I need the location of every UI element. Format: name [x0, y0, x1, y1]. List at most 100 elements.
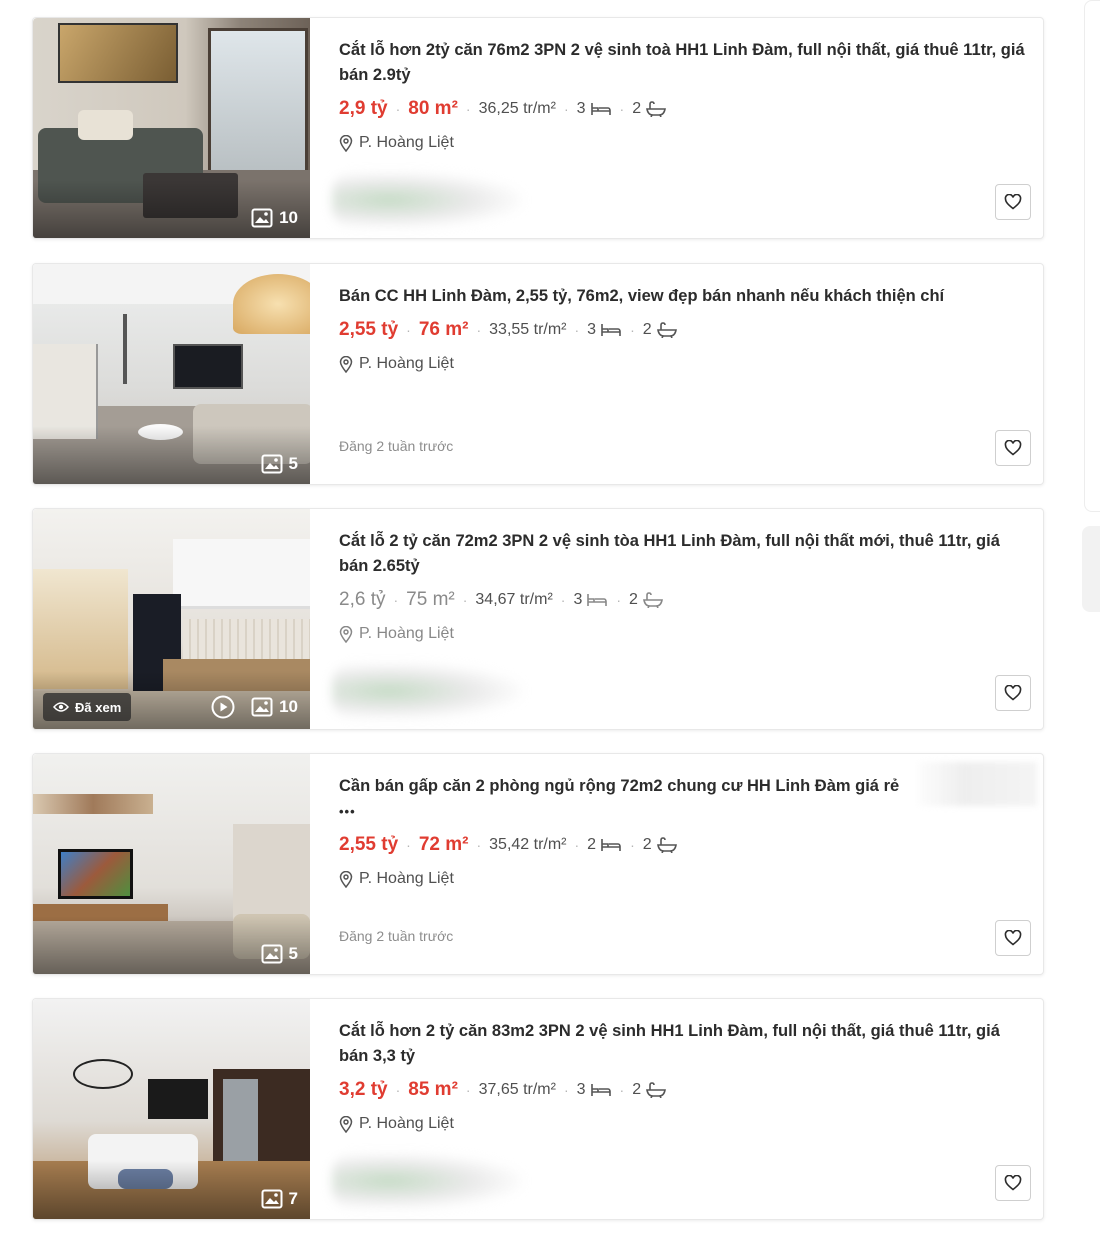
bathroom-count: 2: [632, 1081, 642, 1098]
listing-title[interactable]: Bán CC HH Linh Đàm, 2,55 tỷ, 76m2, view …: [339, 284, 1029, 309]
blurred-agent-info: [332, 1153, 522, 1209]
listing-price-per-m2: 33,55 tr/m²: [489, 321, 567, 338]
listing-card[interactable]: 5 Cần bán gấp căn 2 phòng ngủ rộng 72m2 …: [32, 753, 1044, 975]
image-icon: [251, 208, 273, 228]
location-text: P. Hoàng Liệt: [359, 355, 454, 372]
listing-photo[interactable]: 10: [33, 18, 310, 238]
separator-dot: ·: [406, 837, 411, 853]
location-pin-icon: [339, 1115, 353, 1133]
listing-area: 72 m²: [418, 834, 469, 855]
listing-photo[interactable]: 7: [33, 999, 310, 1219]
listing-card[interactable]: 10 Cắt lỗ hơn 2tỷ căn 76m2 3PN 2 vệ sinh…: [32, 17, 1044, 239]
listing-attributes: 3,2 tỷ · 85 m² · 37,65 tr/m² · 3 · 2: [339, 1079, 1029, 1101]
bedroom-count: 3: [573, 591, 583, 608]
separator-dot: ·: [630, 837, 635, 853]
listing-price: 2,55 tỷ: [339, 319, 399, 340]
posted-time: Đăng 2 tuần trước: [339, 438, 454, 454]
listing-area: 85 m²: [408, 1079, 458, 1100]
listing-photo[interactable]: Đã xem 10: [33, 509, 310, 729]
listing-area: 80 m²: [408, 98, 458, 119]
save-listing-button[interactable]: [995, 675, 1031, 711]
separator-dot: ·: [476, 322, 482, 338]
listing-area: 75 m²: [406, 589, 455, 610]
heart-icon: [1004, 440, 1022, 456]
bed-icon: [587, 594, 608, 606]
listing-title[interactable]: Cắt lỗ hơn 2tỷ căn 76m2 3PN 2 vệ sinh to…: [339, 38, 1029, 88]
listing-title[interactable]: Cắt lỗ 2 tỷ căn 72m2 3PN 2 vệ sinh tòa H…: [339, 529, 1029, 579]
bathroom-count: 2: [642, 836, 652, 853]
seen-label: Đã xem: [75, 699, 122, 715]
bathroom-count: 2: [642, 321, 652, 338]
listing-location: P. Hoàng Liệt: [339, 870, 1029, 888]
photo-count: 5: [261, 944, 298, 964]
separator-dot: ·: [619, 1082, 625, 1098]
heart-icon: [1004, 1175, 1022, 1191]
listing-price-per-m2: 36,25 tr/m²: [478, 100, 556, 117]
separator-dot: ·: [563, 1082, 569, 1098]
listing-location: P. Hoàng Liệt: [339, 355, 1029, 373]
photo-count-value: 5: [288, 454, 298, 473]
location-pin-icon: [339, 625, 353, 643]
listing-title[interactable]: Cắt lỗ hơn 2 tỷ căn 83m2 3PN 2 vệ sinh H…: [339, 1019, 1029, 1069]
listing-location: P. Hoàng Liệt: [339, 1115, 1029, 1133]
listing-bathrooms: 2: [632, 100, 667, 118]
bathtub-icon: [656, 837, 677, 853]
bedroom-count: 3: [587, 321, 597, 338]
listing-price: 2,6 tỷ: [339, 589, 386, 610]
listing-attributes: 2,6 tỷ · 75 m² · 34,67 tr/m² · 3 · 2: [339, 589, 1029, 611]
listing-price: 2,9 tỷ: [339, 98, 388, 119]
listing-location: P. Hoàng Liệt: [339, 625, 1029, 643]
listing-info: Cắt lỗ hơn 2tỷ căn 76m2 3PN 2 vệ sinh to…: [310, 18, 1043, 238]
blurred-agent-info: [332, 663, 522, 719]
listing-bedrooms: 3: [577, 100, 612, 118]
listing-bedrooms: 3: [573, 591, 608, 609]
sidebar-panel: [1084, 0, 1100, 512]
listing-price-per-m2: 34,67 tr/m²: [475, 591, 553, 608]
listing-price: 3,2 tỷ: [339, 1079, 388, 1100]
save-listing-button[interactable]: [995, 920, 1031, 956]
listing-price-per-m2: 35,42 tr/m²: [489, 836, 567, 853]
bathtub-icon: [656, 322, 677, 338]
blurred-title-tail: [917, 762, 1037, 806]
photo-count: 7: [261, 1189, 298, 1209]
save-listing-button[interactable]: [995, 1165, 1031, 1201]
bathtub-icon: [646, 1082, 667, 1098]
separator-dot: ·: [619, 101, 625, 117]
save-listing-button[interactable]: [995, 430, 1031, 466]
eye-icon: [53, 702, 69, 712]
photo-count: 5: [261, 454, 298, 474]
listing-info: Cắt lỗ hơn 2 tỷ căn 83m2 3PN 2 vệ sinh H…: [310, 999, 1043, 1219]
location-pin-icon: [339, 870, 353, 888]
listing-card[interactable]: 5 Bán CC HH Linh Đàm, 2,55 tỷ, 76m2, vie…: [32, 263, 1044, 485]
listing-attributes: 2,55 tỷ · 76 m² · 33,55 tr/m² · 3 · 2: [339, 319, 1029, 341]
separator-dot: ·: [574, 322, 580, 338]
listing-bedrooms: 3: [577, 1081, 612, 1099]
image-icon: [261, 1189, 283, 1209]
separator-dot: ·: [395, 1082, 401, 1098]
listing-attributes: 2,9 tỷ · 80 m² · 36,25 tr/m² · 3 · 2: [339, 98, 1029, 120]
location-text: P. Hoàng Liệt: [359, 870, 454, 887]
photo-count: 10: [251, 208, 298, 228]
location-text: P. Hoàng Liệt: [359, 1115, 454, 1132]
photo-count-value: 5: [288, 944, 298, 963]
separator-dot: ·: [560, 592, 566, 608]
separator-dot: ·: [393, 592, 399, 608]
separator-dot: ·: [616, 592, 622, 608]
listing-photo[interactable]: 5: [33, 264, 310, 484]
location-text: P. Hoàng Liệt: [359, 625, 454, 642]
separator-dot: ·: [630, 322, 635, 338]
listing-card[interactable]: 7 Cắt lỗ hơn 2 tỷ căn 83m2 3PN 2 vệ sinh…: [32, 998, 1044, 1220]
photo-count-value: 10: [279, 208, 298, 227]
bedroom-count: 3: [576, 1081, 586, 1098]
save-listing-button[interactable]: [995, 184, 1031, 220]
listing-card[interactable]: Đã xem 10 Cắt lỗ 2 tỷ căn 72m2 3PN 2 vệ …: [32, 508, 1044, 730]
title-more-indicator: •••: [339, 804, 356, 819]
separator-dot: ·: [563, 101, 569, 117]
bathtub-icon: [642, 592, 663, 608]
listing-photo[interactable]: 5: [33, 754, 310, 974]
listing-info: Bán CC HH Linh Đàm, 2,55 tỷ, 76m2, view …: [310, 264, 1043, 484]
bedroom-count: 2: [587, 836, 597, 853]
play-video-icon: [211, 695, 235, 719]
sidebar-panel-secondary: [1082, 526, 1100, 612]
photo-count-value: 10: [279, 697, 298, 716]
